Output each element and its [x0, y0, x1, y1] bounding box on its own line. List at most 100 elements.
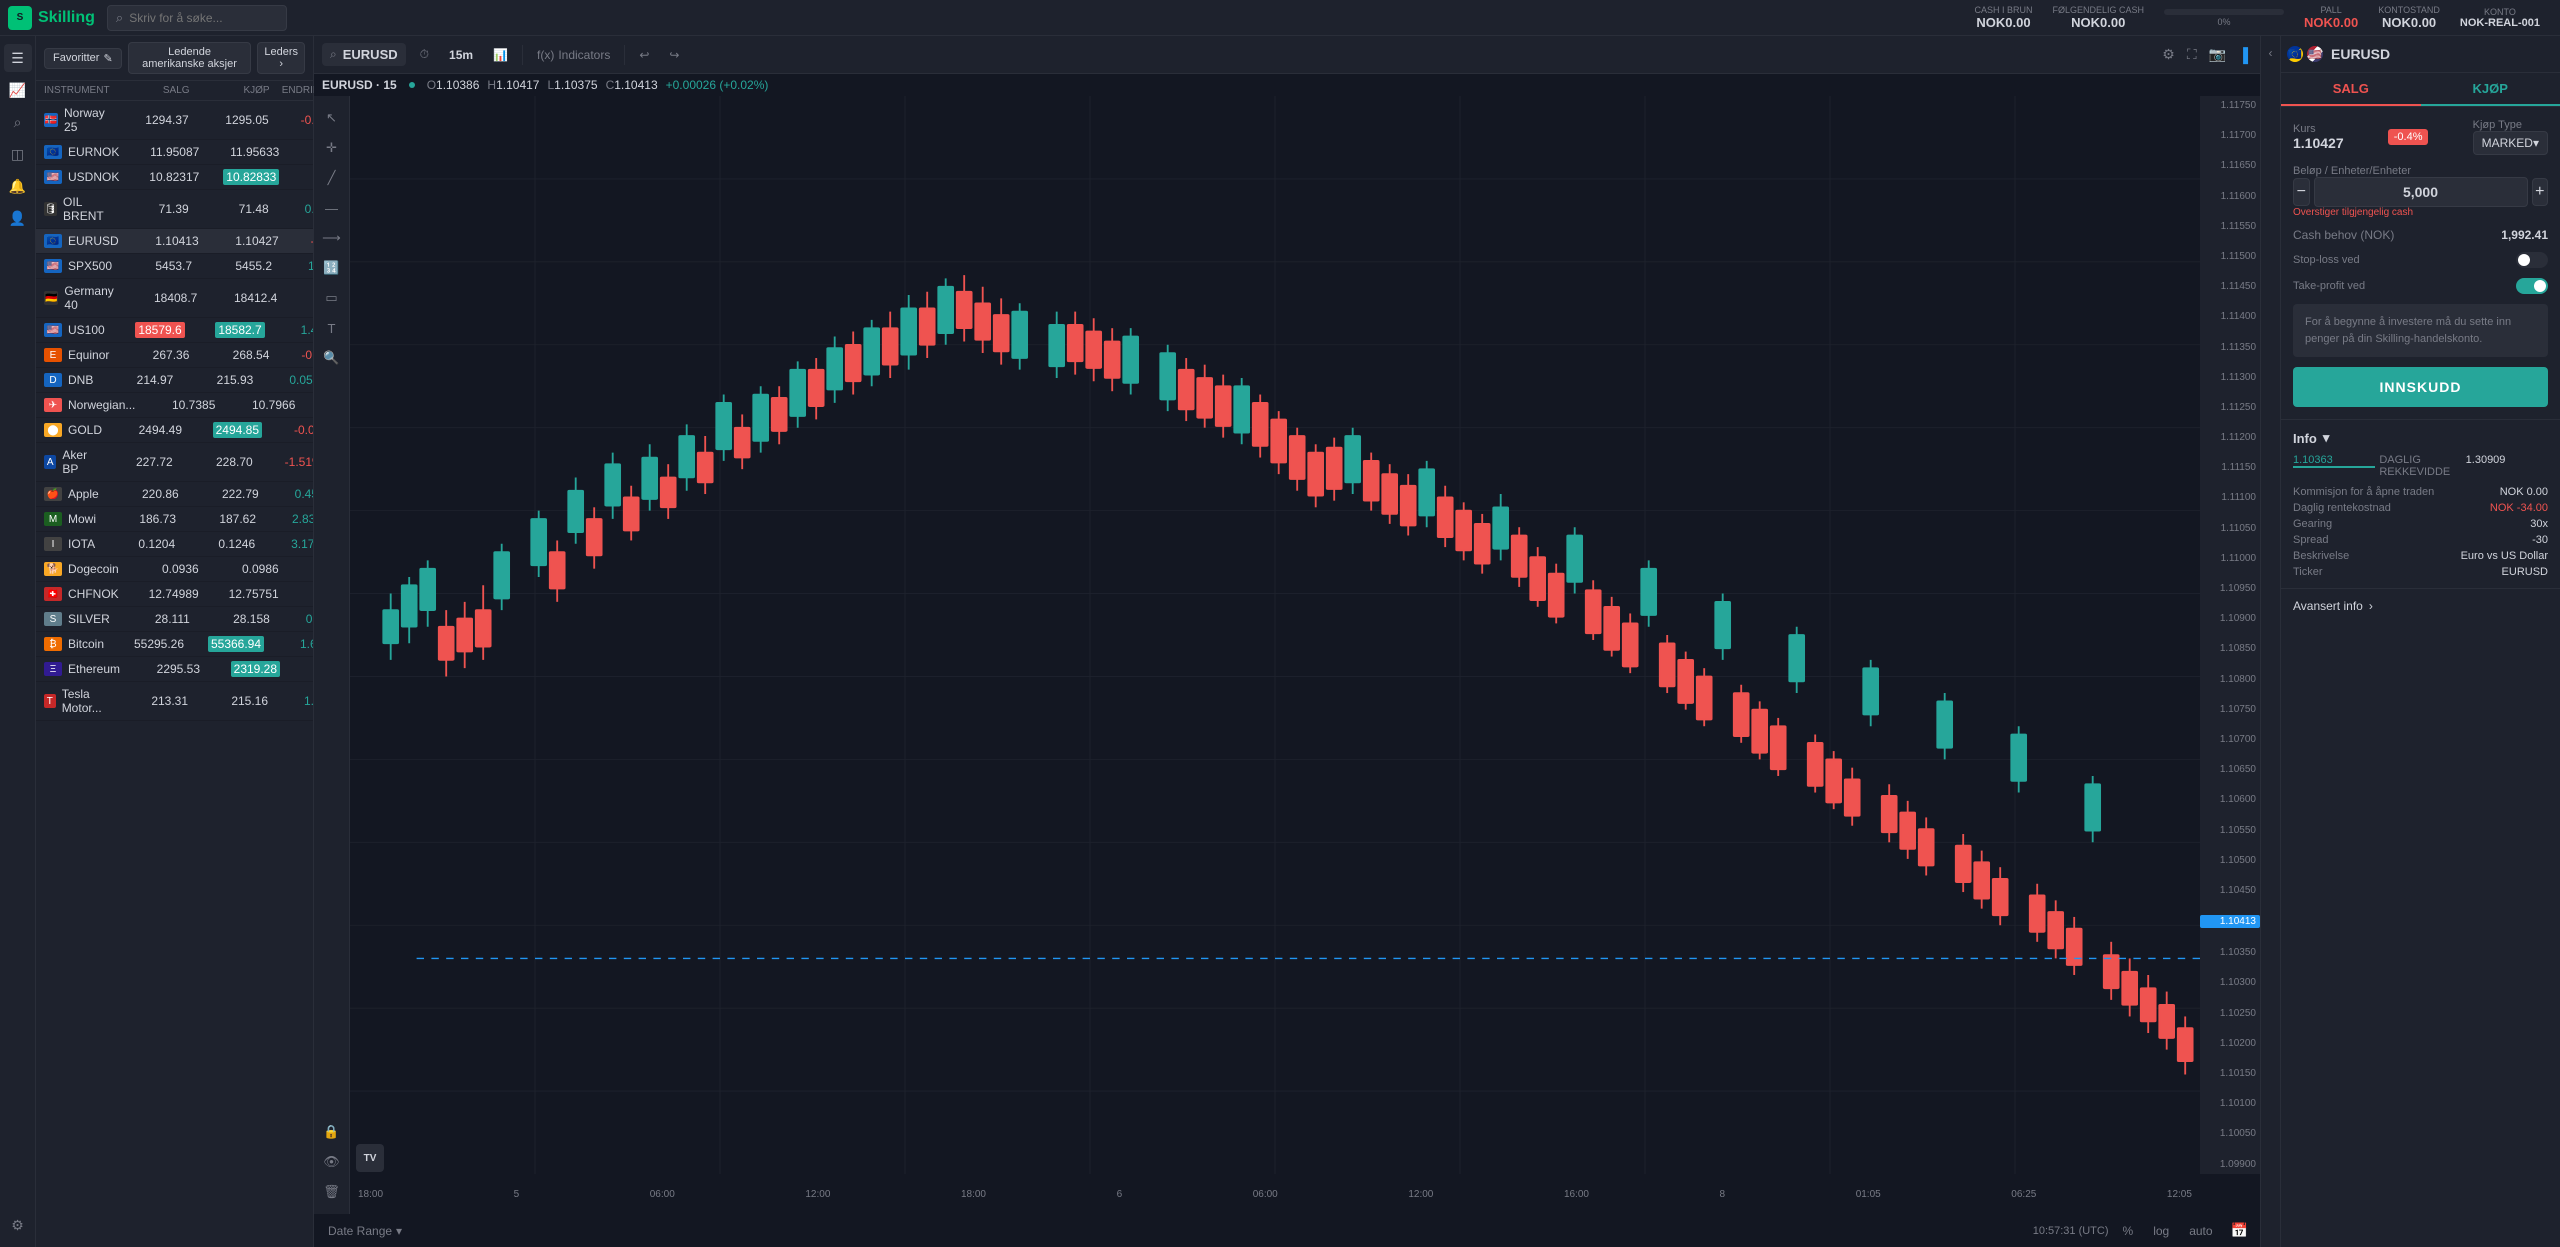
order-type-value: MARKED — [2482, 136, 2533, 150]
indicators-button[interactable]: f(x) Indicators — [531, 44, 616, 66]
chevron-down-icon: ▾ — [396, 1224, 402, 1238]
list-item[interactable]: 🇳🇴 Norway 25 1294.37 1295.05 -0.03% — [36, 101, 313, 140]
list-item[interactable]: S SILVER 28.111 28.158 0.74% — [36, 607, 313, 632]
trend-line-tool[interactable]: ╱ — [318, 164, 346, 192]
log-btn[interactable]: log — [2147, 1220, 2175, 1242]
ray-tool[interactable]: ⟶ — [318, 224, 346, 252]
horizontal-line-tool[interactable]: — — [318, 194, 346, 222]
nav-bell-icon[interactable]: 🔔 — [4, 172, 32, 200]
instrument-flag: S — [44, 612, 62, 626]
trash-tool[interactable]: 🗑 — [318, 1178, 346, 1206]
rectangle-tool[interactable]: ▭ — [318, 284, 346, 312]
sell-tab[interactable]: SALG — [2281, 73, 2421, 106]
list-item[interactable]: 🇩🇪 Germany 40 18408.7 18412.4 0.75% — [36, 279, 313, 318]
cursor-tool[interactable]: ↖ — [318, 104, 346, 132]
timeframe-button[interactable]: 15m — [443, 44, 479, 66]
deposit-button[interactable]: INNSKUDD — [2293, 367, 2548, 407]
redo-button[interactable]: ↪ — [663, 44, 685, 66]
nav-menu-icon[interactable]: ☰ — [4, 44, 32, 72]
chart-type-icon[interactable]: 📊 — [487, 44, 514, 66]
list-item[interactable]: Ξ Ethereum 2295.53 2319.28 1.68% — [36, 657, 313, 682]
collapse-icon[interactable]: ‹ — [2269, 46, 2273, 60]
crosshair-tool[interactable]: ✛ — [318, 134, 346, 162]
info-header[interactable]: Info ▾ — [2293, 430, 2548, 446]
list-item[interactable]: I IOTA 0.1204 0.1246 3.17% — [36, 532, 313, 557]
order-type-selector[interactable]: MARKED ▾ — [2473, 131, 2548, 155]
ticker-label: Ticker — [2293, 566, 2323, 578]
konto-section: KONTO NOK-REAL-001 — [2460, 7, 2540, 29]
settings-icon[interactable]: ⚙ — [2158, 42, 2179, 67]
increase-amount-button[interactable]: + — [2532, 178, 2549, 206]
price-change-badge: -0.4% — [2388, 129, 2429, 145]
take-profit-toggle[interactable] — [2516, 278, 2548, 294]
search-input[interactable] — [129, 11, 278, 25]
price-level: 1.10100 — [2200, 1098, 2260, 1109]
nav-settings-icon[interactable]: ⚙ — [4, 1211, 32, 1239]
buy-sell-tabs: SALG KJØP — [2281, 73, 2560, 107]
change-value: 1.68% — [280, 662, 313, 676]
text-tool[interactable]: T — [318, 314, 346, 342]
chart-canvas: ↖ ✛ ╱ — ⟶ 🔢 ▭ T 🔍 🔒 👁 🗑 — [314, 96, 2260, 1214]
list-item[interactable]: 🇺🇸 USDNOK 10.82317 10.82833 1.14% — [36, 165, 313, 190]
buy-price: 18582.7 — [185, 323, 265, 337]
list-item[interactable]: 🇺🇸 US100 18579.6 18582.7 1.47% — [36, 318, 313, 343]
list-item[interactable]: E Equinor 267.36 268.54 -0.85% — [36, 343, 313, 368]
zoom-tool[interactable]: 🔍 — [318, 344, 346, 372]
favorites-button[interactable]: Favoritter ✎ — [44, 48, 122, 69]
buy-price: 11.95633 — [199, 145, 279, 159]
price-level: 1.10750 — [2200, 704, 2260, 715]
list-item[interactable]: 🐕 Dogecoin 0.0936 0.0986 3.31% — [36, 557, 313, 582]
collapse-panel[interactable]: ‹ — [2260, 36, 2280, 1247]
list-item[interactable]: 🛢 OIL BRENT 71.39 71.48 0.17% — [36, 190, 313, 229]
stop-loss-toggle[interactable] — [2516, 252, 2548, 268]
nav-person-icon[interactable]: 👤 — [4, 204, 32, 232]
tab2-button[interactable]: Leders › — [257, 42, 305, 74]
list-item[interactable]: ⬤ GOLD 2494.49 2494.85 -0.09% — [36, 418, 313, 443]
nav-chart-icon[interactable]: 📈 — [4, 76, 32, 104]
nav-search-icon[interactable]: ⌕ — [4, 108, 32, 136]
list-item[interactable]: 🍎 Apple 220.86 222.79 0.45% — [36, 482, 313, 507]
decrease-amount-button[interactable]: − — [2293, 178, 2310, 206]
chart-info-bar: EURUSD · 15 O1.10386 H1.10417 L1.10375 C… — [314, 74, 2260, 96]
list-item[interactable]: A Aker BP 227.72 228.70 -1.51% — [36, 443, 313, 482]
list-item[interactable]: T Tesla Motor... 213.31 215.16 1.36% — [36, 682, 313, 721]
list-item[interactable]: M Mowi 186.73 187.62 2.83% — [36, 507, 313, 532]
buy-tab[interactable]: KJØP — [2421, 73, 2560, 106]
kontostand-value: NOK0.00 — [2382, 15, 2436, 30]
screenshot-icon[interactable]: 📷 — [2205, 42, 2230, 67]
instrument-label: Ethereum — [68, 662, 120, 676]
drawing-toolbar: ↖ ✛ ╱ — ⟶ 🔢 ▭ T 🔍 🔒 👁 🗑 — [314, 96, 350, 1214]
instrument-label: GOLD — [68, 423, 102, 437]
time-label: 06:25 — [2011, 1189, 2036, 1200]
auto-btn[interactable]: auto — [2183, 1220, 2218, 1242]
advanced-info[interactable]: Avansert info › — [2281, 588, 2560, 623]
panel-icon[interactable]: ▐ — [2234, 43, 2252, 67]
instrument-label: Aker BP — [62, 448, 92, 476]
undo-button[interactable]: ↩ — [633, 44, 655, 66]
percent-btn[interactable]: % — [2117, 1220, 2140, 1242]
eye-tool[interactable]: 👁 — [318, 1148, 346, 1176]
calendar-icon[interactable]: 📅 — [2227, 1218, 2252, 1243]
buy-value: 1295.05 — [225, 113, 268, 127]
nav-portfolio-icon[interactable]: ◫ — [4, 140, 32, 168]
list-item[interactable]: 🇺🇸 SPX500 5453.7 5455.2 1.16% — [36, 254, 313, 279]
list-item[interactable]: ✈ Norwegian... 10.7385 10.7966 2.09% — [36, 393, 313, 418]
list-item[interactable]: 🇪🇺 EURUSD 1.10413 1.10427 -0.40% — [36, 229, 313, 254]
pair-selector[interactable]: ⌕ EURUSD — [322, 43, 406, 66]
search-box[interactable]: ⌕ — [107, 5, 287, 31]
list-item[interactable]: D DNB 214.97 215.93 0.05% — [36, 368, 313, 393]
buy-value: 11.95633 — [230, 145, 279, 159]
commission-label: Kommisjon for å åpne traden — [2293, 486, 2434, 498]
price-level: 1.10800 — [2200, 674, 2260, 685]
list-item[interactable]: ₿ Bitcoin 55295.26 55366.94 1.63% — [36, 632, 313, 657]
fullscreen-icon[interactable]: ⛶ — [2183, 42, 2201, 67]
list-item[interactable]: 🇨🇭 CHFNOK 12.74989 12.75751 0.46% — [36, 582, 313, 607]
ticker-row: Ticker EURUSD — [2293, 566, 2548, 578]
lock-tool[interactable]: 🔒 — [318, 1118, 346, 1146]
tab1-button[interactable]: Ledende amerikanske aksjer — [128, 42, 252, 74]
clock-icon[interactable]: ⏱ — [414, 43, 435, 66]
fibonacci-tool[interactable]: 🔢 — [318, 254, 346, 282]
list-item[interactable]: 🇪🇺 EURNOK 11.95087 11.95633 0.75% — [36, 140, 313, 165]
date-range-button[interactable]: Date Range ▾ — [322, 1220, 408, 1242]
amount-input[interactable] — [2314, 177, 2528, 207]
